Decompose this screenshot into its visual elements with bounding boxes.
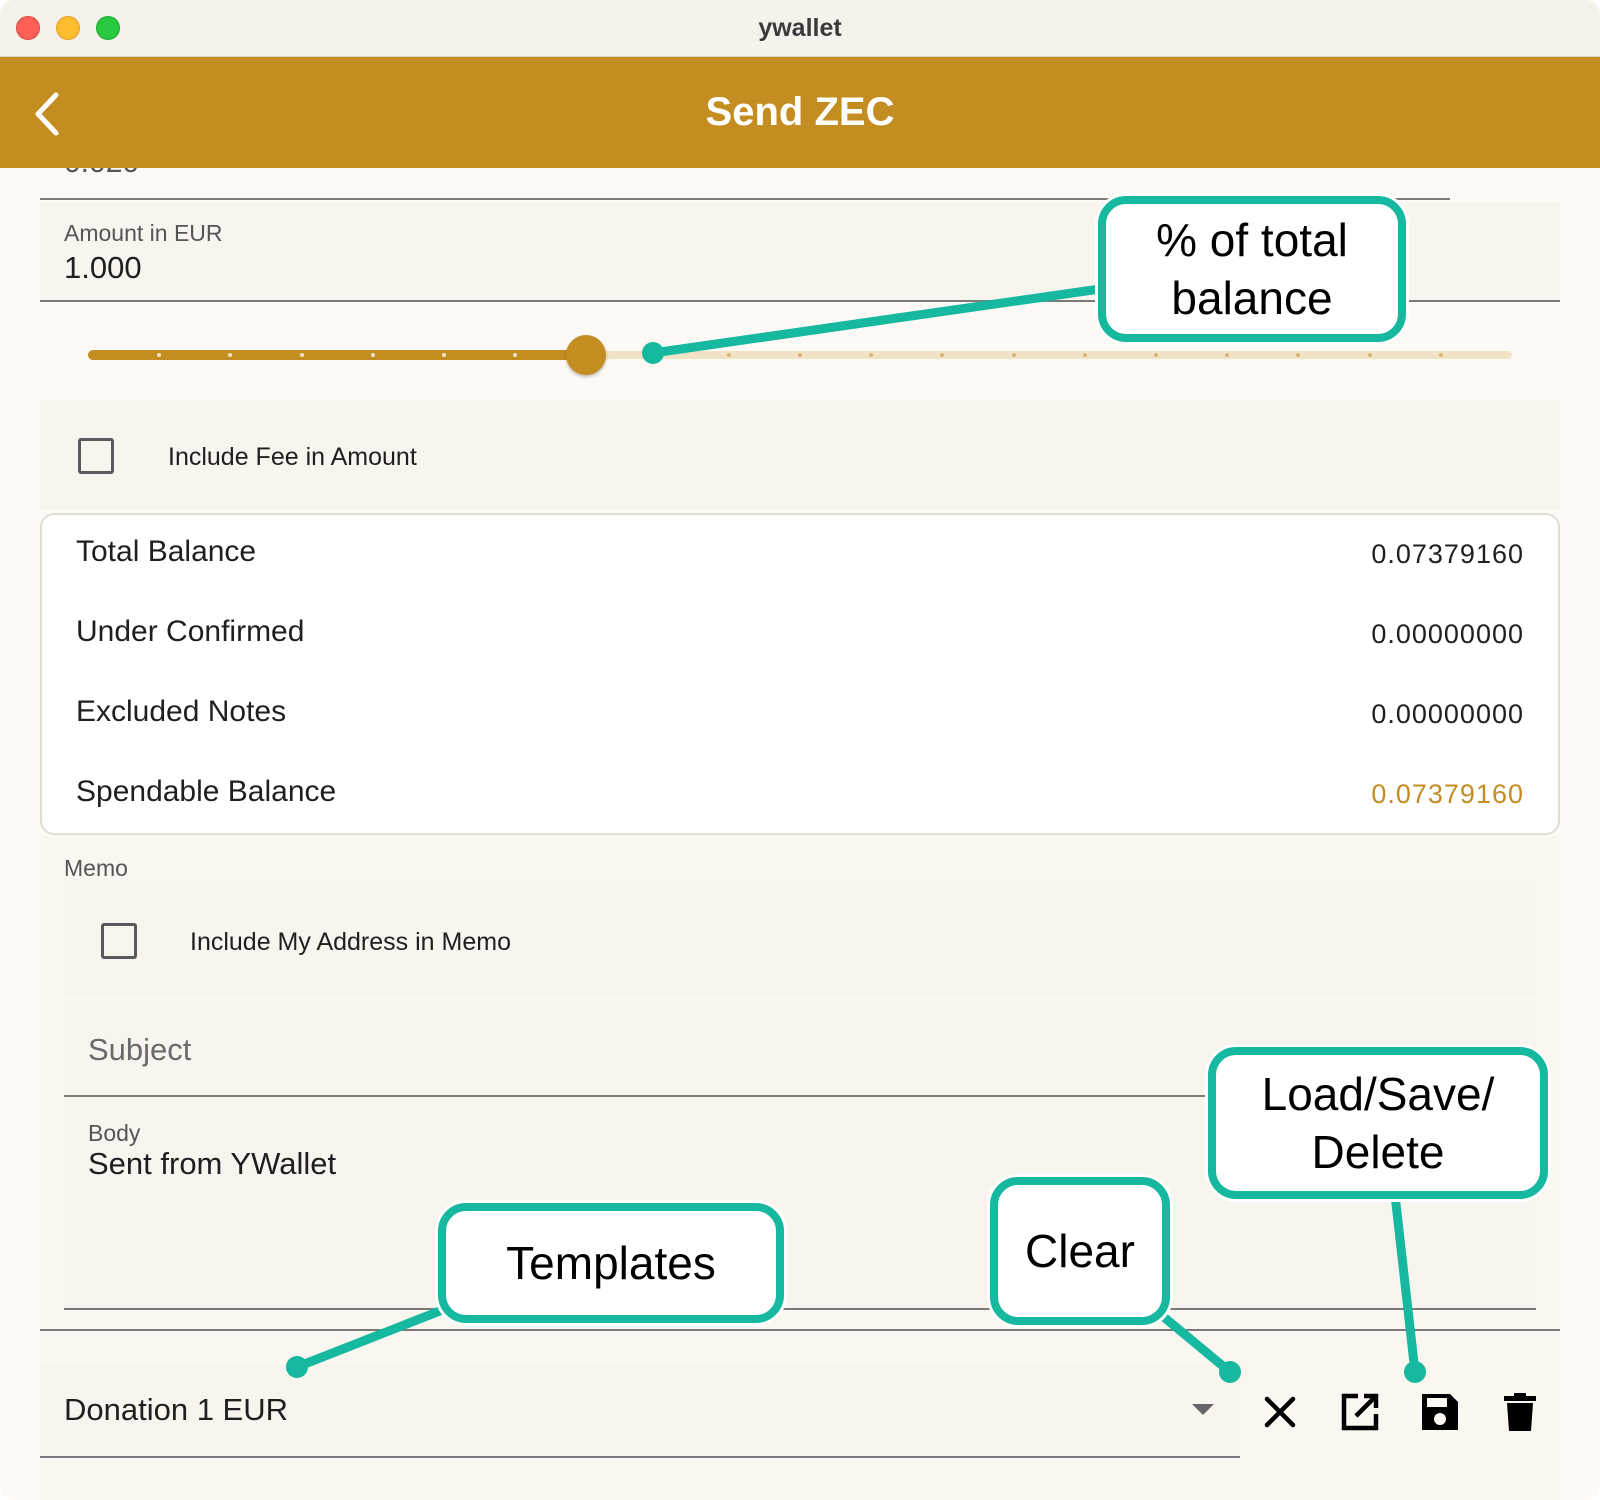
subject-field[interactable]: Subject (64, 1002, 1536, 1097)
save-template-button[interactable] (1418, 1390, 1462, 1434)
body-field[interactable]: Body Sent from YWallet (64, 1098, 1536, 1310)
slider-tick (370, 353, 375, 357)
slider-tick (299, 353, 304, 357)
balance-row-excluded-notes: Excluded Notes 0.00000000 (42, 695, 1558, 755)
slider-tick (1438, 353, 1443, 357)
include-fee-checkbox[interactable] (78, 438, 114, 474)
include-fee-label: Include Fee in Amount (168, 443, 417, 471)
under-confirmed-value: 0.00000000 (1371, 619, 1524, 649)
slider-tick (1154, 353, 1158, 357)
balance-row-spendable: Spendable Balance 0.07379160 (42, 775, 1558, 835)
total-balance-label: Total Balance (76, 535, 257, 568)
app-bar: Send ZEC (0, 57, 1600, 168)
title-bar: ywallet (0, 0, 1600, 57)
delete-icon (1504, 1393, 1536, 1431)
app-window: ywallet Send ZEC 0.020 Amount in EUR 1.0… (0, 0, 1600, 1500)
amount-eur-label: Amount in EUR (64, 220, 223, 246)
include-address-checkbox[interactable] (101, 923, 137, 959)
spendable-balance-value: 0.07379160 (1371, 779, 1524, 809)
slider-tick (655, 353, 660, 357)
spendable-balance-label: Spendable Balance (76, 775, 337, 808)
slider-tick (1011, 353, 1016, 357)
include-address-checkbox-row[interactable]: Include My Address in Memo (64, 887, 1536, 997)
slider-tick (798, 353, 802, 357)
slider-tick (1367, 353, 1372, 357)
slider-tick (1082, 353, 1087, 357)
open-in-new-icon (1341, 1393, 1379, 1431)
include-fee-checkbox-row[interactable]: Include Fee in Amount (40, 400, 1560, 510)
balance-row-total: Total Balance 0.07379160 (42, 535, 1558, 595)
body-value: Sent from YWallet (88, 1146, 337, 1181)
close-icon (1264, 1396, 1296, 1428)
slider-tick (726, 353, 731, 357)
window-title: ywallet (758, 14, 842, 42)
excluded-notes-label: Excluded Notes (76, 695, 287, 728)
dropdown-arrow-icon (1192, 1404, 1214, 1415)
balance-summary-card: Total Balance 0.07379160 Under Confirmed… (40, 513, 1560, 835)
memo-label: Memo (64, 855, 128, 881)
slider-active-track (88, 350, 587, 360)
body-label: Body (88, 1120, 141, 1146)
balance-row-under-confirmed: Under Confirmed 0.00000000 (42, 615, 1558, 675)
total-balance-value: 0.07379160 (1371, 539, 1524, 569)
slider-tick (442, 353, 446, 357)
slider-thumb[interactable] (566, 335, 607, 375)
divider (40, 1329, 1560, 1331)
delete-template-button[interactable] (1498, 1390, 1542, 1434)
load-template-button[interactable] (1338, 1390, 1382, 1434)
amount-eur-field[interactable]: Amount in EUR 1.000 (40, 202, 1560, 302)
excluded-notes-value: 0.00000000 (1371, 699, 1524, 729)
balance-percent-slider[interactable] (88, 335, 1512, 375)
page-title: Send ZEC (705, 90, 895, 134)
include-address-label: Include My Address in Memo (190, 928, 511, 956)
save-icon (1422, 1394, 1458, 1430)
amount-eur-value: 1.000 (64, 250, 142, 285)
template-select[interactable]: Donation 1 EUR (40, 1364, 1240, 1458)
under-confirmed-label: Under Confirmed (76, 615, 305, 648)
send-form: 0.020 Amount in EUR 1.000 Include Fee in… (0, 146, 1600, 1500)
template-selected-value: Donation 1 EUR (64, 1392, 289, 1427)
clear-template-button[interactable] (1258, 1390, 1302, 1434)
subject-placeholder: Subject (88, 1032, 192, 1067)
